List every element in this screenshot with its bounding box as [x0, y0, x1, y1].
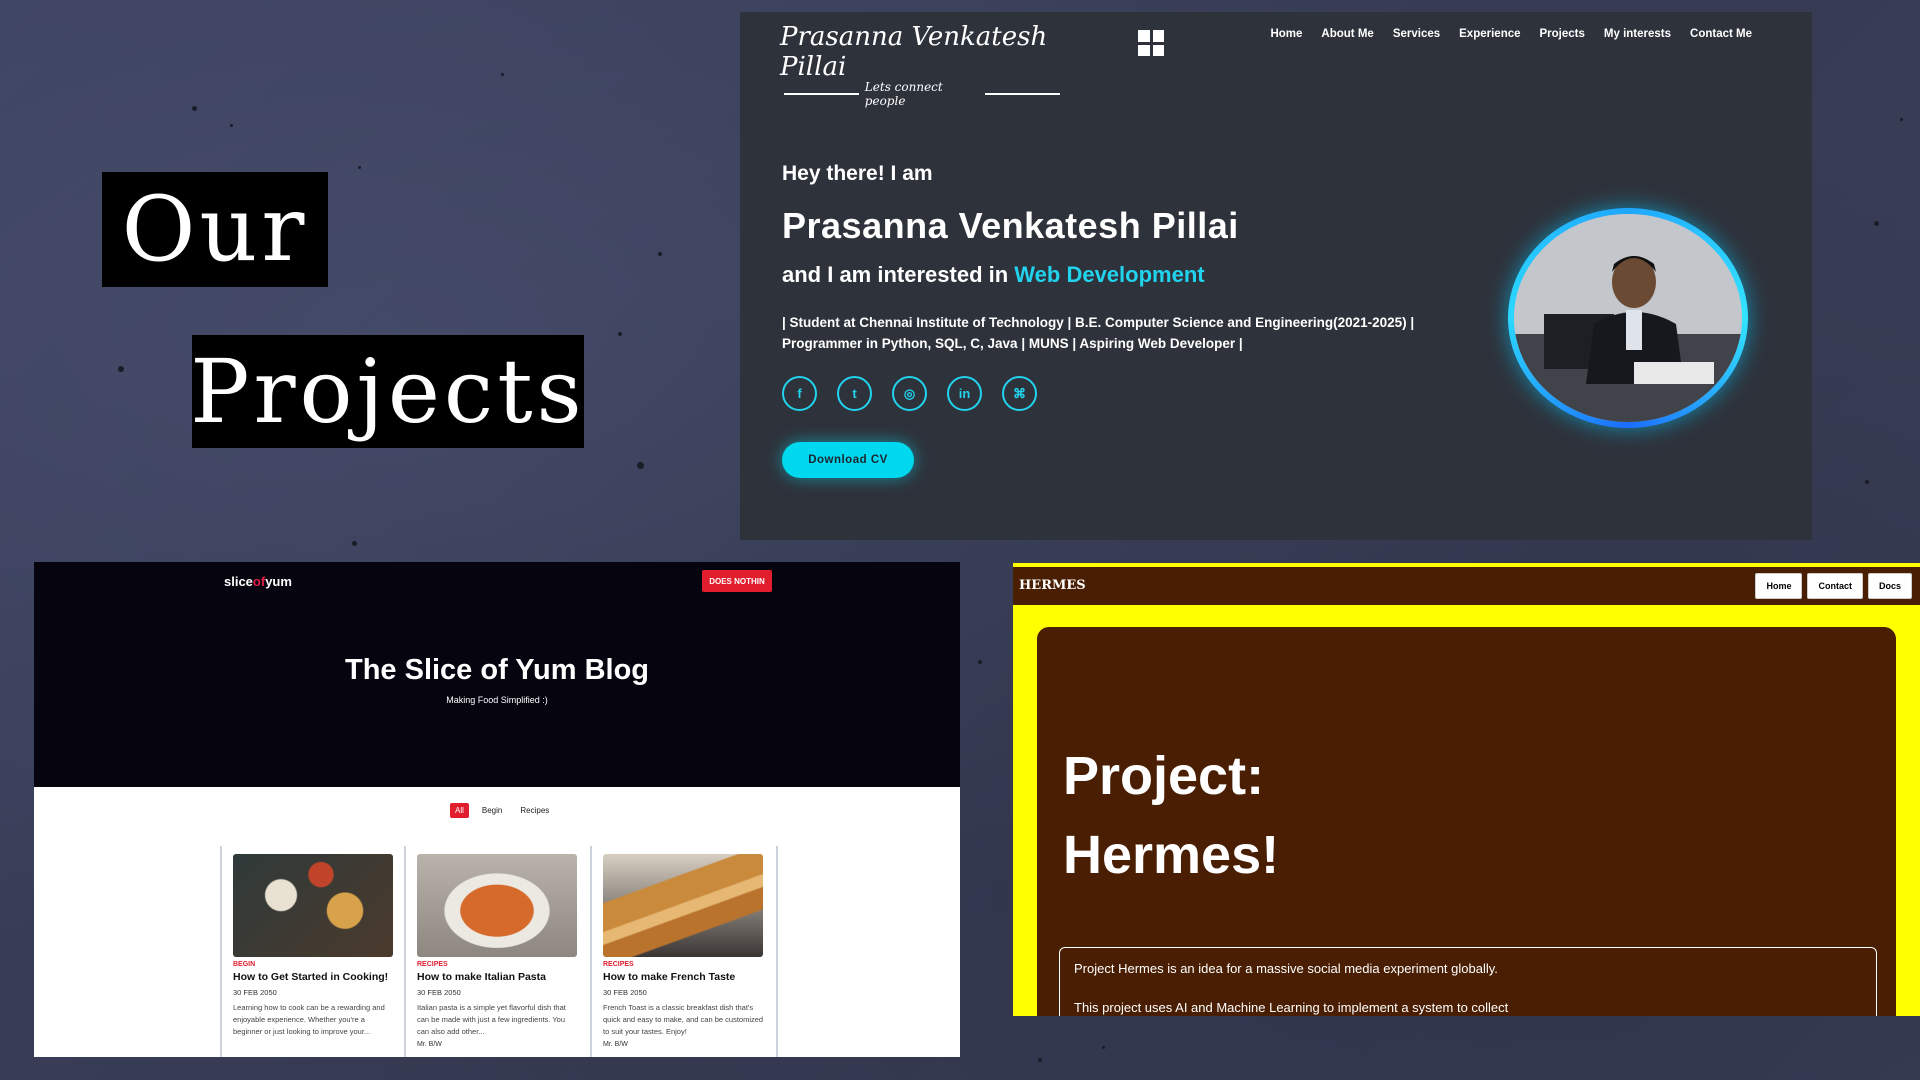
portfolio-screenshot: Prasanna Venkatesh Pillai Lets connect p… [740, 12, 1812, 540]
hermes-heading: Project: Hermes! [1063, 737, 1279, 895]
filter-begin[interactable]: Begin [477, 803, 507, 818]
hermes-docs-button[interactable]: Docs [1867, 573, 1912, 599]
card-excerpt: Italian pasta is a simple yet flavorful … [417, 1003, 566, 1036]
instagram-icon[interactable]: ◎ [892, 376, 927, 411]
social-links: f t ◎ in ⌘ [782, 376, 1037, 411]
portfolio-logo-tagline-row: Lets connect people [784, 80, 1060, 108]
hermes-description-box: Project Hermes is an idea for a massive … [1059, 947, 1877, 1016]
card-date: 30 FEB 2050 [603, 988, 647, 997]
profile-photo-ring [1508, 208, 1748, 428]
divider [985, 93, 1060, 95]
card-title[interactable]: How to make Italian Pasta [417, 970, 579, 985]
twitter-icon[interactable]: t [837, 376, 872, 411]
hermes-description-line: Project Hermes is an idea for a massive … [1074, 961, 1498, 976]
portfolio-logo[interactable]: Prasanna Venkatesh Pillai Lets connect p… [780, 22, 1060, 108]
card-excerpt: French Toast is a classic breakfast dish… [603, 1003, 764, 1036]
interest-highlight: Web Development [1014, 262, 1205, 287]
bio-line: | Student at Chennai Institute of Techno… [782, 315, 1415, 330]
linkedin-icon[interactable]: in [947, 376, 982, 411]
card-image [233, 854, 393, 957]
blog-card[interactable]: RECIPES How to make Italian Pasta 30 FEB… [406, 846, 592, 1057]
blog-subtitle: Making Food Simplified :) [446, 695, 548, 705]
does-nothing-button[interactable]: DOES NOTHIN [702, 570, 772, 592]
filter-recipes[interactable]: Recipes [515, 803, 554, 818]
nav-experience[interactable]: Experience [1459, 28, 1520, 40]
github-icon[interactable]: ⌘ [1002, 376, 1037, 411]
card-author: Mr. B/W [603, 1041, 628, 1048]
hermes-screenshot: HERMES Home Contact Docs Project: Hermes… [1013, 563, 1920, 1016]
slide-title-projects: Projects [190, 335, 584, 448]
portfolio-interest: and I am interested in Web Development [782, 262, 1205, 288]
card-excerpt: Learning how to cook can be a rewarding … [233, 1003, 385, 1036]
hermes-navbar: HERMES Home Contact Docs [1013, 567, 1920, 605]
portfolio-logo-name: Prasanna Venkatesh Pillai [780, 22, 1048, 82]
blog-filters: All Begin Recipes [450, 803, 554, 818]
divider [784, 93, 859, 95]
blog-card[interactable]: BEGIN How to Get Started in Cooking! 30 … [220, 846, 406, 1057]
card-title[interactable]: How to make French Taste [603, 970, 765, 985]
foodblog-screenshot: sliceofyum DOES NOTHIN The Slice of Yum … [34, 562, 960, 1057]
hermes-heading-line: Hermes! [1063, 825, 1280, 885]
card-title[interactable]: How to Get Started in Cooking! [233, 970, 393, 985]
card-category: BEGIN [233, 961, 256, 968]
hermes-heading-line: Project: [1063, 746, 1265, 806]
blog-card[interactable]: RECIPES How to make French Taste 30 FEB … [592, 846, 778, 1057]
blog-logo[interactable]: sliceofyum [224, 574, 292, 589]
card-category: RECIPES [603, 961, 634, 968]
card-category: RECIPES [417, 961, 448, 968]
card-date: 30 FEB 2050 [233, 988, 277, 997]
nav-contact-me[interactable]: Contact Me [1690, 28, 1752, 40]
nav-home[interactable]: Home [1270, 28, 1302, 40]
hermes-home-button[interactable]: Home [1755, 573, 1803, 599]
portfolio-nav: Home About Me Services Experience Projec… [1270, 28, 1752, 40]
portfolio-logo-tagline: Lets connect people [864, 80, 943, 108]
nav-about-me[interactable]: About Me [1321, 28, 1373, 40]
profile-photo [1514, 214, 1742, 422]
hermes-description-line: This project uses AI and Machine Learnin… [1074, 1000, 1509, 1015]
interest-prefix: and I am interested in [782, 262, 1009, 287]
card-image [603, 854, 763, 957]
filter-all[interactable]: All [450, 803, 469, 818]
profile-photo-illustration [1514, 214, 1742, 422]
portfolio-name: Prasanna Venkatesh Pillai [782, 205, 1239, 246]
hermes-contact-button[interactable]: Contact [1807, 573, 1863, 599]
hermes-logo[interactable]: HERMES [1019, 578, 1086, 593]
blog-hero: sliceofyum DOES NOTHIN The Slice of Yum … [34, 562, 960, 787]
facebook-icon[interactable]: f [782, 376, 817, 411]
card-author: Mr. B/W [417, 1041, 442, 1048]
download-cv-button[interactable]: Download CV [782, 442, 914, 478]
portfolio-greeting: Hey there! I am [782, 162, 933, 185]
portfolio-bio: | Student at Chennai Institute of Techno… [782, 312, 1482, 354]
card-image [417, 854, 577, 957]
card-date: 30 FEB 2050 [417, 988, 461, 997]
bio-line: Programmer in Python, SQL, C, Java | MUN… [782, 336, 1243, 351]
slide-title-our: Our [102, 172, 328, 287]
hermes-nav: Home Contact Docs [1755, 573, 1912, 599]
nav-services[interactable]: Services [1393, 28, 1440, 40]
grid-menu-icon[interactable] [1138, 30, 1164, 56]
nav-my-interests[interactable]: My interests [1604, 28, 1671, 40]
hermes-hero-card: Project: Hermes! Project Hermes is an id… [1037, 627, 1896, 1016]
nav-projects[interactable]: Projects [1540, 28, 1585, 40]
blog-cards: BEGIN How to Get Started in Cooking! 30 … [220, 846, 778, 1057]
blog-title: The Slice of Yum Blog [344, 654, 650, 686]
